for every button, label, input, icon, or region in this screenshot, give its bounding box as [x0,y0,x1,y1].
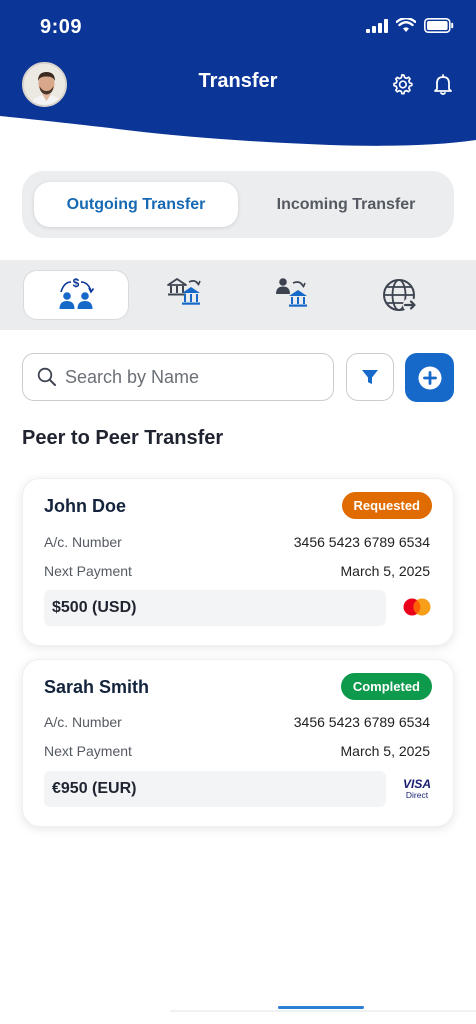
svg-text:$: $ [73,276,80,290]
settings-gear-icon[interactable] [390,72,414,96]
category-person-to-bank[interactable] [240,270,346,320]
mastercard-logo [403,598,431,616]
app-header: 9:09 Transfer [0,0,476,150]
next-payment-date: March 5, 2025 [340,743,431,759]
account-number-label: A/c. Number [44,714,122,730]
tab-incoming-transfer[interactable]: Incoming Transfer [246,182,446,227]
next-payment-date: March 5, 2025 [340,563,431,579]
search-input[interactable] [65,366,315,388]
section-title: Peer to Peer Transfer [22,427,224,449]
signal-icon [366,18,388,33]
next-payment-label: Next Payment [44,563,132,579]
person-to-bank-transfer-icon [276,278,307,307]
battery-icon [424,18,454,33]
add-transfer-button[interactable] [405,353,454,402]
account-number-value: 3456 5423 6789 6534 [293,534,430,550]
transfer-category-strip: $ [0,260,476,330]
status-time: 9:09 [40,16,83,38]
status-badge: Requested [341,492,432,519]
visa-direct-logo: VISA Direct [403,777,431,800]
svg-text:Direct: Direct [406,790,429,800]
svg-text:VISA: VISA [403,777,431,791]
home-indicator [278,1006,364,1009]
wifi-icon [396,18,416,32]
account-number-value: 3456 5423 6789 6534 [293,714,430,730]
peer-to-peer-transfer-icon: $ [59,276,95,309]
category-bank-to-bank[interactable] [132,270,238,320]
account-number-label: A/c. Number [44,534,122,550]
transfer-card[interactable]: Sarah Smith Completed A/c. Number 3456 5… [22,659,454,827]
transfer-direction-tabs: Outgoing Transfer Incoming Transfer [22,171,454,238]
payee-name: Sarah Smith [44,677,150,697]
search-icon [37,367,56,386]
search-box[interactable] [22,353,334,401]
status-badge: Completed [340,673,432,700]
tab-outgoing-transfer[interactable]: Outgoing Transfer [34,182,238,227]
international-transfer-icon [383,279,417,312]
plus-circle-icon [418,366,441,389]
bottom-divider [170,1010,476,1012]
transfer-amount: $500 (USD) [44,590,386,626]
category-peer-to-peer[interactable]: $ [23,270,129,320]
status-icons [366,18,454,33]
bank-to-bank-transfer-icon [167,278,201,305]
next-payment-label: Next Payment [44,743,132,759]
transfer-card[interactable]: John Doe Requested A/c. Number 3456 5423… [22,478,454,646]
notification-bell-icon[interactable] [431,72,455,96]
category-international[interactable] [347,270,453,320]
filter-button[interactable] [346,353,394,401]
transfer-amount: €950 (EUR) [44,771,386,807]
payee-name: John Doe [44,496,127,516]
filter-funnel-icon [362,370,378,384]
